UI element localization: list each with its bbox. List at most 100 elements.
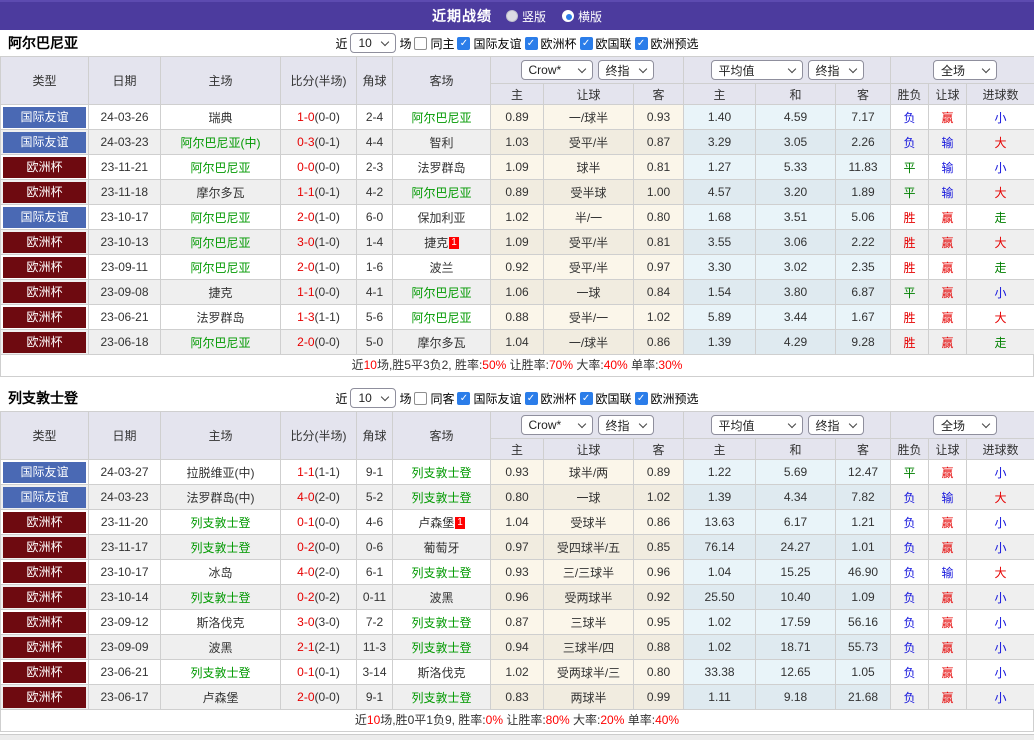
half-time-score: (2-0) [315,490,340,504]
corner-score: 9-1 [357,685,393,710]
away-team: 阿尔巴尼亚 [393,105,491,130]
odds-stage-select[interactable]: 终指 [598,415,654,435]
odds-stage-select[interactable]: 终指 [598,60,654,80]
home-team: 阿尔巴尼亚 [161,330,281,355]
full-time-score: 0-1 [297,515,314,529]
odds-handicap: 受平/半 [544,230,634,255]
layout-option-vertical[interactable]: 竖版 [506,8,546,25]
summary-segment: 70% [549,358,573,372]
avg-stage-value: 终指 [816,62,840,79]
away-team: 阿尔巴尼亚 [393,305,491,330]
match-type: 欧洲杯 [1,660,89,685]
match-type: 国际友谊 [1,130,89,155]
result-goals: 大 [967,180,1034,205]
same-venue-checkbox[interactable] [414,37,427,50]
result-goals: 大 [967,130,1034,155]
half-time-score: (3-0) [315,615,340,629]
result-label: 平 [904,186,916,200]
odds-handicap: 三球半 [544,610,634,635]
home-team: 列支敦士登 [161,585,281,610]
scope-select[interactable]: 全场 [933,415,997,435]
league-checkbox[interactable]: ✓ [580,392,593,405]
away-team: 列支敦士登 [393,485,491,510]
scope-header-cell: 全场 [891,57,1034,84]
avg-draw: 3.80 [756,280,836,305]
team-label: 阿尔巴尼亚 [190,261,250,275]
corner-score: 5-2 [357,485,393,510]
result-outcome: 平 [891,155,929,180]
league-checkbox[interactable]: ✓ [580,37,593,50]
result-outcome: 负 [891,485,929,510]
match-row: 欧洲杯23-11-18摩尔多瓦1-1(0-1)4-2阿尔巴尼亚0.89受半球1.… [1,180,1034,205]
league-checkbox[interactable]: ✓ [457,392,470,405]
avg-away: 5.06 [836,205,891,230]
team-label: 卢森堡 [202,691,238,705]
avg-home: 4.57 [684,180,756,205]
avg-home: 1.04 [684,560,756,585]
radio-checked-icon[interactable] [562,10,574,22]
col-away: 客场 [393,412,491,460]
odds-handicap: 球半 [544,155,634,180]
full-time-score: 2-0 [297,690,314,704]
avg-select[interactable]: 平均值 [711,415,803,435]
league-label: 欧洲预选 [651,35,699,52]
odds-away: 1.00 [634,180,684,205]
result-handicap: 赢 [929,460,967,485]
radio-icon[interactable] [506,10,518,22]
chevron-down-icon [848,419,856,427]
avg-away: 2.26 [836,130,891,155]
result-label: 赢 [942,591,954,605]
same-venue-checkbox[interactable] [414,392,427,405]
scope-select[interactable]: 全场 [933,60,997,80]
match-date: 23-10-13 [89,230,161,255]
summary-segment: 让胜率: [506,358,549,372]
result-label: 大 [995,311,1007,325]
match-score: 2-0(1-0) [281,255,357,280]
odds-home: 0.89 [491,105,544,130]
league-checkbox[interactable]: ✓ [457,37,470,50]
chevron-down-icon [638,64,646,72]
odds-company-select[interactable]: Crow* [521,415,593,435]
result-label: 负 [904,491,916,505]
home-team: 法罗群岛(中) [161,485,281,510]
match-date: 24-03-23 [89,130,161,155]
result-handicap: 赢 [929,280,967,305]
match-type: 欧洲杯 [1,305,89,330]
radio-label: 竖版 [522,8,546,25]
col-score: 比分(半场) [281,412,357,460]
corner-score: 9-1 [357,460,393,485]
odds-home: 0.80 [491,485,544,510]
odds-away: 0.92 [634,585,684,610]
avg-home: 3.30 [684,255,756,280]
avg-stage-select[interactable]: 终指 [808,60,864,80]
odds-home: 0.89 [491,180,544,205]
full-time-score: 1-3 [297,310,314,324]
odds-home: 0.83 [491,685,544,710]
avg-home: 1.02 [684,635,756,660]
summary-segment: 大率: [573,358,604,372]
odds-company-select[interactable]: Crow* [521,60,593,80]
league-checkbox[interactable]: ✓ [635,37,648,50]
match-count-select[interactable]: 10 [350,388,396,408]
subcol-goals: 进球数 [967,439,1034,460]
odds-handicap: 受两球半/三 [544,660,634,685]
result-label: 大 [995,491,1007,505]
match-count-select[interactable]: 10 [350,33,396,53]
result-outcome: 负 [891,130,929,155]
league-checkbox[interactable]: ✓ [525,392,538,405]
league-checkbox[interactable]: ✓ [635,392,648,405]
match-row: 欧洲杯23-10-14列支敦士登0-2(0-2)0-11波黑0.96受两球半0.… [1,585,1034,610]
result-label: 小 [995,666,1007,680]
league-checkbox[interactable]: ✓ [525,37,538,50]
corner-score: 5-6 [357,305,393,330]
result-handicap: 赢 [929,610,967,635]
avg-select[interactable]: 平均值 [711,60,803,80]
avg-stage-select[interactable]: 终指 [808,415,864,435]
layout-option-horizontal[interactable]: 横版 [562,8,602,25]
avg-away: 2.22 [836,230,891,255]
subcol-avg-away: 客 [836,439,891,460]
avg-home: 1.40 [684,105,756,130]
result-handicap: 赢 [929,205,967,230]
subcol-handicap: 让球 [544,439,634,460]
home-team: 冰岛 [161,560,281,585]
